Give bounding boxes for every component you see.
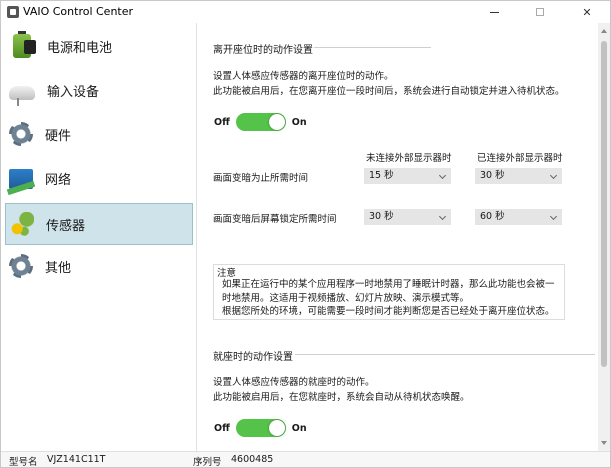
scroll-thumb[interactable] (601, 41, 607, 367)
dim-time-external-select[interactable]: 30 秒 (475, 168, 562, 184)
section-divider (314, 47, 431, 48)
note-text: 如果正在运行中的某个应用程序一时地禁用了睡眠计时器，那么此功能也会被一 时地禁用… (222, 278, 562, 319)
title-bar: VAIO Control Center ✕ (1, 1, 610, 23)
toggle-on-label: On (291, 422, 307, 434)
section-divider (295, 354, 595, 355)
battery-icon (13, 31, 36, 58)
toggle-knob (268, 420, 285, 436)
approach-toggle-row: Off On (214, 418, 307, 438)
section-title-away: 离开座位时的动作设置 (213, 45, 313, 56)
sidebar-item-label: 其他 (45, 260, 72, 276)
description-line: 此功能被启用后，在您就座时，系统会自动从待机状态唤醒。 (213, 392, 470, 403)
sidebar: 电源和电池 输入设备 硬件 网络 传感器 其他 (1, 23, 197, 451)
description-line: 设置人体感应传感器的就座时的动作。 (213, 377, 375, 388)
away-description: 设置人体感应传感器的离开座位时的动作。 此功能被启用后，在您离开座位一段时间后，… (213, 69, 583, 99)
minimize-button[interactable] (471, 1, 517, 23)
select-value: 30 秒 (369, 211, 394, 222)
content-panel: 离开座位时的动作设置 设置人体感应传感器的离开座位时的动作。 此功能被启用后，在… (198, 23, 598, 451)
toggle-knob (268, 114, 285, 130)
status-bar: 型号名 VJZ141C11T 序列号 4600485 (1, 451, 610, 468)
window-title: VAIO Control Center (23, 5, 134, 18)
gear-icon (9, 122, 33, 146)
approach-description: 设置人体感应传感器的就座时的动作。 此功能被启用后，在您就座时，系统会自动从待机… (213, 375, 583, 405)
sidebar-item-hardware[interactable]: 硬件 (5, 113, 193, 155)
sidebar-item-sensor[interactable]: 传感器 (5, 203, 193, 245)
sidebar-item-input-devices[interactable]: 输入设备 (5, 69, 193, 111)
maximize-icon (536, 8, 544, 16)
away-toggle-switch[interactable] (235, 113, 286, 131)
sidebar-item-network[interactable]: 网络 (5, 157, 193, 199)
description-line: 设置人体感应传感器的离开座位时的动作。 (213, 71, 394, 82)
minimize-icon (489, 11, 499, 13)
maximize-button[interactable] (517, 1, 563, 23)
chevron-down-icon (438, 212, 447, 221)
sidebar-item-other[interactable]: 其他 (5, 245, 193, 287)
lock-time-no-external-select[interactable]: 30 秒 (364, 209, 451, 225)
note-line: 如果正在运行中的某个应用程序一时地禁用了睡眠计时器，那么此功能也会被一 (222, 279, 555, 290)
select-value: 15 秒 (369, 170, 394, 181)
description-line: 此功能被启用后，在您离开座位一段时间后，系统会进行自动锁定并进入待机状态。 (213, 86, 565, 97)
section-title-approach: 就座时的动作设置 (213, 352, 293, 363)
approach-toggle-switch[interactable] (235, 419, 286, 437)
toggle-on-label: On (291, 116, 307, 128)
dim-time-no-external-select[interactable]: 15 秒 (364, 168, 451, 184)
chevron-down-icon (549, 171, 558, 180)
note-title: 注意 (217, 268, 237, 279)
sidebar-item-power-battery[interactable]: 电源和电池 (5, 25, 193, 67)
model-name-value: VJZ141C11T (47, 454, 106, 465)
sidebar-item-label: 电源和电池 (47, 40, 113, 56)
gear-icon (9, 254, 33, 278)
select-value: 60 秒 (480, 211, 505, 222)
sidebar-item-label: 传感器 (46, 218, 86, 234)
vertical-scrollbar[interactable] (598, 23, 610, 451)
scroll-down-arrow-icon[interactable] (601, 441, 607, 445)
toggle-off-label: Off (214, 116, 230, 128)
serial-number-label: 序列号 (193, 457, 222, 468)
away-toggle-row: Off On (214, 112, 307, 132)
chevron-down-icon (438, 171, 447, 180)
column-header-no-external-display: 未连接外部显示器时 (366, 153, 452, 164)
sidebar-item-label: 硬件 (45, 128, 72, 144)
close-icon: ✕ (582, 5, 592, 19)
note-box: 注意 如果正在运行中的某个应用程序一时地禁用了睡眠计时器，那么此功能也会被一 时… (213, 264, 565, 320)
sidebar-item-label: 输入设备 (47, 84, 100, 100)
row-label-dim-time: 画面变暗为止所需时间 (213, 173, 309, 184)
mouse-icon (9, 86, 35, 106)
sensor-icon (10, 212, 34, 236)
toggle-off-label: Off (214, 422, 230, 434)
select-value: 30 秒 (480, 170, 505, 181)
model-name-label: 型号名 (9, 457, 38, 468)
app-icon (7, 6, 19, 18)
app-window: VAIO Control Center ✕ 电源和电池 输入设备 硬件 网络 传… (0, 0, 611, 468)
serial-number-value: 4600485 (231, 454, 274, 465)
sidebar-item-label: 网络 (45, 172, 72, 188)
row-label-lock-time: 画面变暗后屏幕锁定所需时间 (213, 214, 337, 225)
note-line: 时地禁用。这适用于视频播放、幻灯片放映、演示模式等。 (222, 292, 470, 304)
note-line: 根据您所处的环境，可能需要一段时间才能判断您是否已经处于离开座位状态。 (222, 306, 555, 317)
scroll-up-arrow-icon[interactable] (601, 29, 607, 33)
lock-time-external-select[interactable]: 60 秒 (475, 209, 562, 225)
network-icon (9, 169, 33, 189)
close-button[interactable]: ✕ (564, 1, 610, 23)
column-header-external-display: 已连接外部显示器时 (477, 153, 563, 164)
chevron-down-icon (549, 212, 558, 221)
